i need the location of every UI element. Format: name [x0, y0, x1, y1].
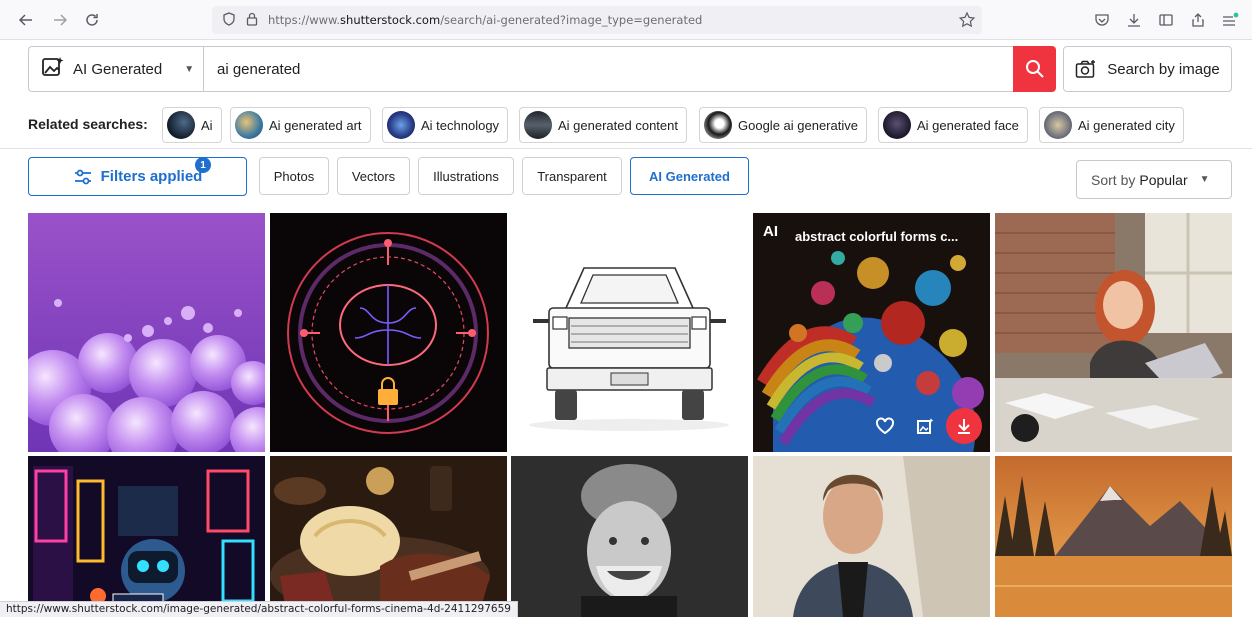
chevron-down-icon: ▼: [184, 63, 195, 75]
image-tile[interactable]: [753, 456, 990, 617]
image-tile[interactable]: [511, 456, 748, 617]
chip-thumbnail: [704, 111, 732, 139]
back-arrow-icon[interactable]: [14, 8, 38, 32]
image-tile[interactable]: [270, 456, 507, 617]
image-title[interactable]: abstract colorful forms c...: [795, 229, 958, 244]
image-tile-hovered[interactable]: AI abstract colorful forms c...: [753, 213, 990, 452]
reload-icon[interactable]: [80, 8, 104, 32]
filter-sliders-icon: [74, 169, 91, 184]
filter-count-badge: 1: [195, 157, 211, 173]
image-type-dropdown[interactable]: AI Generated ▼: [28, 46, 203, 92]
status-bar-url: https://www.shutterstock.com/image-gener…: [0, 601, 518, 617]
chip-thumbnail: [235, 111, 263, 139]
ai-badge: AI: [763, 223, 778, 240]
tab-illustrations[interactable]: Illustrations: [418, 157, 514, 195]
tab-vectors[interactable]: Vectors: [337, 157, 410, 195]
filters-applied-button[interactable]: Filters applied: [28, 157, 247, 196]
download-button[interactable]: [946, 408, 982, 444]
image-tile[interactable]: [28, 456, 265, 617]
sort-dropdown[interactable]: Sort by Popular ▼: [1076, 160, 1232, 199]
url-text: https://www.shutterstock.com/search/ai-g…: [268, 13, 703, 27]
forward-arrow-icon[interactable]: [48, 8, 72, 32]
image-neon-robot: [28, 456, 265, 617]
related-chip-ai[interactable]: Ai: [162, 107, 222, 143]
pocket-icon[interactable]: [1092, 10, 1112, 30]
camera-icon: [1075, 60, 1096, 78]
image-type-label: AI Generated: [73, 60, 163, 78]
search-by-image-button[interactable]: Search by image: [1063, 46, 1232, 92]
image-tile[interactable]: [995, 213, 1232, 452]
image-steak-mashed-potatoes: [270, 456, 507, 617]
address-bar[interactable]: https://www.shutterstock.com/search/ai-g…: [212, 6, 982, 34]
image-man-in-suit: [753, 456, 990, 617]
sort-prefix: Sort by: [1091, 171, 1136, 188]
tab-photos[interactable]: Photos: [259, 157, 329, 195]
image-bearded-man-portrait: [511, 456, 748, 617]
filters-applied-label: Filters applied: [100, 168, 203, 185]
tracking-shield-icon[interactable]: [222, 11, 236, 29]
browser-toolbar: https://www.shutterstock.com/search/ai-g…: [0, 0, 1252, 40]
lock-icon[interactable]: [246, 12, 258, 29]
app-menu-icon[interactable]: [1220, 10, 1240, 30]
downloads-icon[interactable]: [1124, 10, 1144, 30]
share-icon[interactable]: [1188, 10, 1208, 30]
chip-thumbnail: [524, 111, 552, 139]
hover-overlay: AI abstract colorful forms c...: [753, 213, 990, 452]
image-tile[interactable]: [995, 456, 1232, 617]
divider: [0, 148, 1252, 149]
tab-transparent[interactable]: Transparent: [522, 157, 622, 195]
image-tile[interactable]: [270, 213, 507, 452]
related-chip-ai-generated-city[interactable]: Ai generated city: [1039, 107, 1184, 143]
related-searches-label: Related searches:: [28, 116, 148, 132]
image-mountain-lake-sunset: [995, 456, 1232, 617]
chip-thumbnail: [1044, 111, 1072, 139]
heart-icon[interactable]: [870, 411, 900, 441]
similar-images-icon[interactable]: [910, 411, 940, 441]
search-by-image-label: Search by image: [1107, 60, 1220, 78]
image-tile[interactable]: [511, 213, 748, 452]
ai-generated-icon: [41, 56, 65, 83]
image-purple-bubbles: [28, 213, 265, 452]
related-chip-google-ai-generative[interactable]: Google ai generative: [699, 107, 867, 143]
related-chip-ai-generated-art[interactable]: Ai generated art: [230, 107, 371, 143]
download-icon: [958, 419, 970, 434]
bookmark-star-icon[interactable]: [958, 11, 976, 32]
related-chip-ai-technology[interactable]: Ai technology: [382, 107, 509, 143]
image-circuit-brain: [270, 213, 507, 452]
search-icon: [1025, 60, 1044, 78]
search-input[interactable]: ai generated: [203, 46, 1013, 92]
chip-thumbnail: [387, 111, 415, 139]
chip-thumbnail: [167, 111, 195, 139]
image-truck-sketch: [511, 213, 748, 452]
search-button[interactable]: [1013, 46, 1056, 92]
chip-thumbnail: [883, 111, 911, 139]
related-chip-ai-generated-content[interactable]: Ai generated content: [519, 107, 687, 143]
sort-value: Popular: [1139, 171, 1188, 188]
sidebar-icon[interactable]: [1156, 10, 1176, 30]
image-woman-laptop: [995, 213, 1232, 452]
image-tile[interactable]: [28, 213, 265, 452]
tab-ai-generated[interactable]: AI Generated: [630, 157, 749, 195]
related-chip-ai-generated-face[interactable]: Ai generated face: [878, 107, 1028, 143]
chevron-down-icon: ▼: [1199, 174, 1210, 185]
